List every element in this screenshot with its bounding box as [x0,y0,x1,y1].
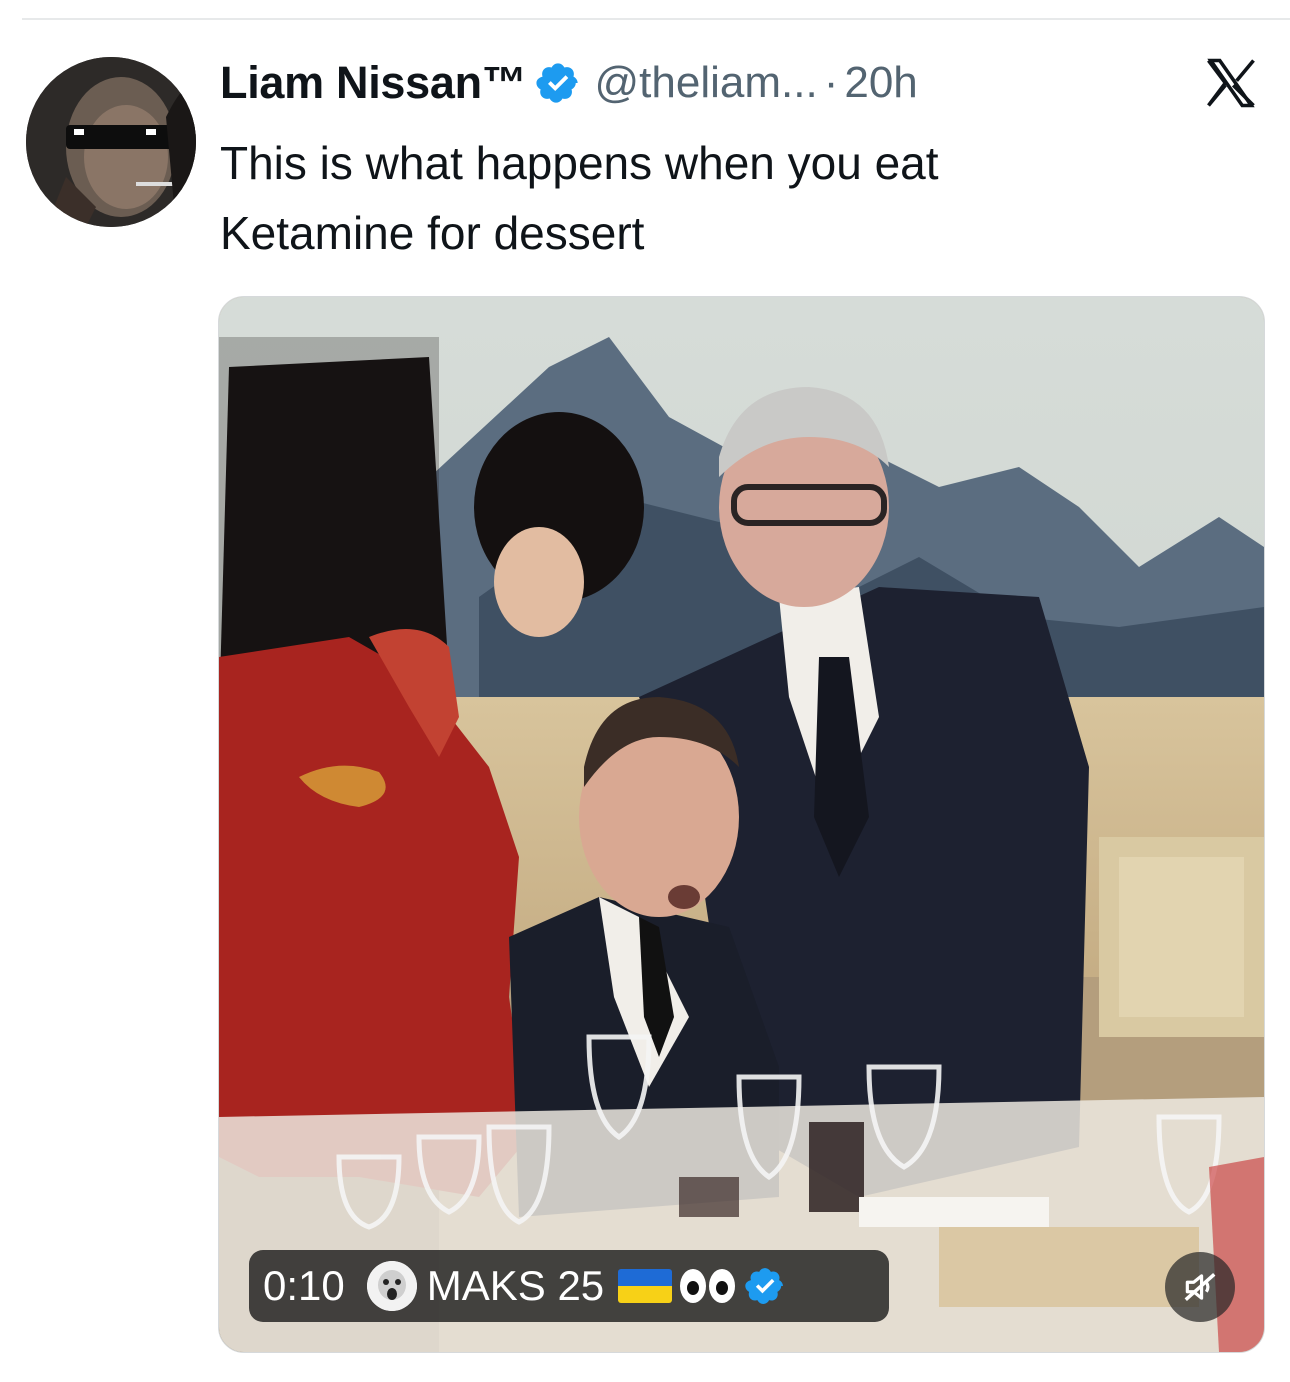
video-player[interactable]: 0:10 MAKS 25 [218,296,1265,1353]
author-display-name[interactable]: Liam Nissan™ [220,57,527,109]
author-avatar[interactable] [26,57,196,227]
post-text-line: This is what happens when you eat [220,137,939,189]
eyes-icon [680,1269,738,1303]
video-elapsed-time: 0:10 [263,1262,345,1309]
uploader-name: MAKS 25 [426,1262,605,1309]
post-text-line: Ketamine for dessert [220,207,645,259]
speaker-muted-icon [1184,1273,1216,1301]
author-handle[interactable]: @theliam... [595,58,818,108]
mute-toggle-button[interactable] [1165,1252,1235,1322]
uploader-avatar [366,1261,417,1311]
avatar-image [26,57,196,227]
post-header: Liam Nissan™ @theliam... · 20h [220,52,918,114]
post-text: This is what happens when you eat Ketami… [220,128,1240,268]
video-frame [219,297,1264,1352]
top-divider [22,18,1290,20]
uploader-verified-badge-icon [745,1268,784,1304]
separator-dot: · [823,58,839,107]
x-logo-icon [1207,58,1255,108]
verified-badge-icon [535,63,578,103]
post-timestamp[interactable]: 20h [844,58,917,108]
video-info-bar: 0:10 MAKS 25 [249,1250,889,1322]
ukraine-flag-icon [618,1269,673,1303]
